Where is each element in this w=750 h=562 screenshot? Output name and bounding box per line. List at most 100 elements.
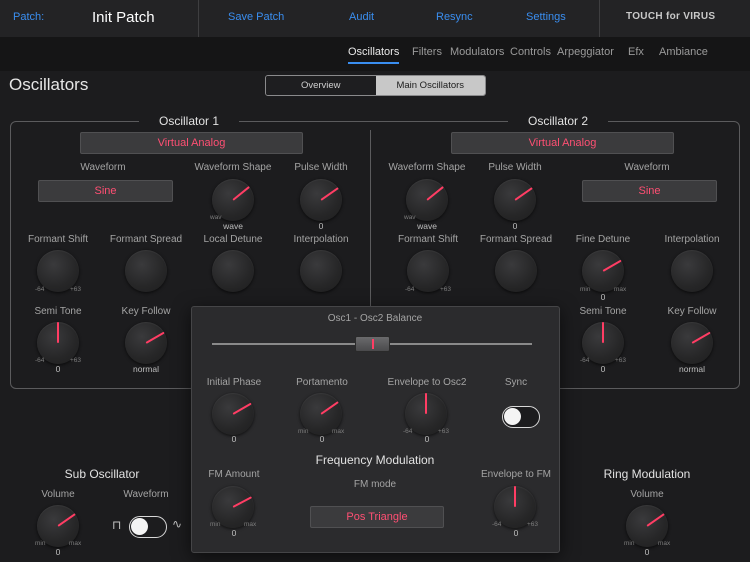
sync-toggle[interactable] — [502, 406, 540, 428]
osc2-semi-tone-value: 0 — [600, 364, 606, 374]
osc1-formant-shift-label: Formant Shift — [27, 234, 89, 245]
env-fm-max: +63 — [527, 521, 539, 528]
osc2-fine-detune-label: Fine Detune — [575, 234, 631, 245]
osc2-wave-min-label: wav — [404, 214, 416, 221]
top-bar: Patch: Init Patch Save Patch Audit Resyn… — [0, 0, 750, 37]
osc1-waveform-select[interactable]: Sine — [38, 180, 173, 202]
initial-phase-value: 0 — [231, 434, 237, 444]
osc2-key-follow-knob[interactable] — [671, 322, 713, 364]
fm-amount-max: max — [244, 521, 257, 528]
osc2-model-select[interactable]: Virtual Analog — [451, 132, 674, 154]
osc2-semi-tone-min: -64 — [580, 357, 590, 364]
osc2-formant-spread-knob[interactable] — [495, 250, 537, 292]
sub-osc-volume-max: max — [69, 540, 82, 547]
divider — [370, 130, 371, 310]
osc1-pulse-width-label: Pulse Width — [294, 162, 348, 173]
app-root: Patch: Init Patch Save Patch Audit Resyn… — [0, 0, 750, 562]
osc1-semi-tone-label: Semi Tone — [34, 306, 82, 317]
ring-mod-volume-min: min — [624, 540, 635, 547]
segment-main-oscillators[interactable]: Main Oscillators — [375, 76, 485, 95]
osc2-semi-tone-max: +63 — [615, 357, 627, 364]
osc1-pulse-width-value: 0 — [318, 221, 324, 231]
osc2-key-follow-value: normal — [679, 364, 705, 374]
env-osc2-label: Envelope to Osc2 — [387, 377, 467, 388]
osc2-semi-tone-label: Semi Tone — [579, 306, 627, 317]
osc1-interpolation-knob[interactable] — [300, 250, 342, 292]
osc2-fine-detune-value: 0 — [600, 292, 606, 302]
osc1-wave-shape-value: wave — [223, 221, 243, 231]
initial-phase-label: Initial Phase — [206, 377, 262, 388]
page-title: Oscillators — [9, 75, 89, 94]
initial-phase-knob[interactable] — [212, 393, 254, 435]
tab-arpeggiator[interactable]: Arpeggiator — [557, 46, 614, 58]
osc2-formant-shift-max: +63 — [440, 286, 452, 293]
sub-osc-volume-label: Volume — [41, 489, 75, 500]
sub-osc-volume-value: 0 — [55, 547, 61, 557]
patch-name[interactable]: Init Patch — [92, 9, 155, 26]
fm-mode-label: FM mode — [353, 479, 397, 490]
audit-button[interactable]: Audit — [349, 11, 374, 23]
osc2-formant-shift-min: -64 — [405, 286, 415, 293]
divider — [599, 0, 600, 37]
osc1-semi-tone-min: -64 — [35, 357, 45, 364]
thumb-marker — [371, 339, 374, 349]
sub-osc-waveform-toggle[interactable] — [129, 516, 167, 538]
env-osc2-value: 0 — [424, 434, 430, 444]
osc1-formant-shift-min: -64 — [35, 286, 45, 293]
sub-osc-volume-min: min — [35, 540, 46, 547]
patch-label: Patch: — [13, 11, 45, 23]
env-fm-min: -64 — [492, 521, 502, 528]
fm-title: Frequency Modulation — [315, 453, 435, 467]
osc2-title: Oscillator 2 — [508, 114, 608, 128]
osc2-waveform-label: Waveform — [624, 162, 670, 173]
osc1-local-detune-knob[interactable] — [212, 250, 254, 292]
brand-logo: TOUCH for VIRUS — [626, 11, 716, 22]
osc2-pulse-width-label: Pulse Width — [488, 162, 542, 173]
toggle-knob — [504, 408, 521, 425]
fm-amount-value: 0 — [231, 528, 237, 538]
toggle-knob — [131, 518, 148, 535]
tab-controls[interactable]: Controls — [510, 46, 551, 58]
osc2-pulse-width-knob[interactable] — [494, 179, 536, 221]
tab-ambiance[interactable]: Ambiance — [659, 46, 708, 58]
osc1-wave-min-label: wav — [210, 214, 222, 221]
balance-slider-thumb[interactable] — [354, 336, 390, 352]
settings-button[interactable]: Settings — [526, 11, 566, 23]
osc2-interpolation-label: Interpolation — [664, 234, 720, 245]
sine-wave-icon: ∿ — [172, 517, 183, 531]
osc2-waveform-select[interactable]: Sine — [582, 180, 717, 202]
sub-osc-title: Sub Oscillator — [64, 467, 140, 481]
tab-efx[interactable]: Efx — [628, 46, 644, 58]
portamento-label: Portamento — [296, 377, 348, 388]
resync-button[interactable]: Resync — [436, 11, 473, 23]
osc2-interpolation-knob[interactable] — [671, 250, 713, 292]
portamento-value: 0 — [319, 434, 325, 444]
osc1-key-follow-knob[interactable] — [125, 322, 167, 364]
tab-modulators[interactable]: Modulators — [450, 46, 504, 58]
fm-mode-select[interactable]: Pos Triangle — [310, 506, 444, 528]
balance-label: Osc1 - Osc2 Balance — [327, 313, 423, 324]
osc1-formant-spread-knob[interactable] — [125, 250, 167, 292]
fm-amount-min: min — [210, 521, 221, 528]
view-switcher: Overview Main Oscillators — [265, 75, 486, 96]
osc1-model-select[interactable]: Virtual Analog — [80, 132, 303, 154]
osc2-formant-spread-label: Formant Spread — [479, 234, 553, 245]
osc2-key-follow-label: Key Follow — [667, 306, 717, 317]
tab-filters[interactable]: Filters — [412, 46, 442, 58]
tab-oscillators[interactable]: Oscillators — [348, 46, 400, 64]
osc1-waveform-label: Waveform — [80, 162, 126, 173]
env-fm-label: Envelope to FM — [480, 469, 552, 480]
osc1-semi-tone-value: 0 — [55, 364, 61, 374]
osc1-interpolation-label: Interpolation — [293, 234, 349, 245]
fm-amount-label: FM Amount — [208, 469, 260, 480]
osc1-semi-tone-max: +63 — [70, 357, 82, 364]
ring-mod-volume-value: 0 — [644, 547, 650, 557]
osc1-pulse-width-knob[interactable] — [300, 179, 342, 221]
save-patch-button[interactable]: Save Patch — [228, 11, 284, 23]
sync-label: Sync — [504, 377, 528, 388]
osc2-pulse-width-value: 0 — [512, 221, 518, 231]
osc1-wave-shape-label: Waveform Shape — [194, 162, 272, 173]
divider — [198, 0, 199, 37]
segment-overview[interactable]: Overview — [266, 76, 376, 95]
osc2-formant-shift-label: Formant Shift — [397, 234, 459, 245]
